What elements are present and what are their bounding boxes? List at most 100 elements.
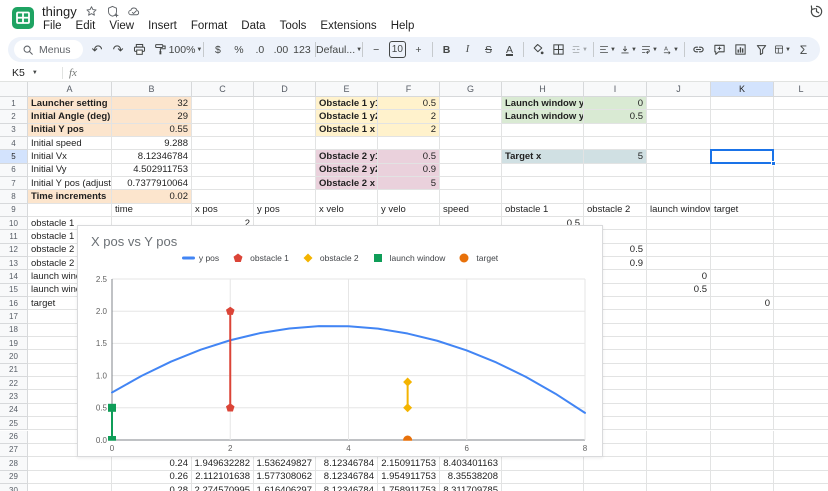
cell-I2[interactable]: 0.5 bbox=[584, 110, 647, 123]
cell-J26[interactable] bbox=[647, 431, 711, 444]
cell-D30[interactable]: 1.616406297 bbox=[254, 484, 316, 491]
cell-I30[interactable] bbox=[584, 484, 647, 491]
cell-G29[interactable]: 8.35538208 bbox=[440, 471, 502, 484]
cell-B9[interactable]: time bbox=[112, 204, 192, 217]
cell-G9[interactable]: speed bbox=[440, 204, 502, 217]
cell-B2[interactable]: 29 bbox=[112, 110, 192, 123]
cell-A29[interactable] bbox=[28, 471, 112, 484]
font-select[interactable]: Defaul...▼ bbox=[319, 39, 358, 60]
col-header-C[interactable]: C bbox=[192, 82, 254, 97]
cell-L17[interactable] bbox=[774, 310, 828, 323]
cell-E5[interactable]: Obstacle 2 y1 bbox=[316, 150, 378, 163]
cell-K26[interactable] bbox=[711, 431, 774, 444]
create-filter-button[interactable] bbox=[751, 39, 772, 60]
cell-I7[interactable] bbox=[584, 177, 647, 190]
cell-K11[interactable] bbox=[711, 230, 774, 243]
cell-C28[interactable]: 1.949632282 bbox=[192, 457, 254, 470]
cell-J27[interactable] bbox=[647, 444, 711, 457]
cell-D8[interactable] bbox=[254, 190, 316, 203]
cell-H6[interactable] bbox=[502, 164, 584, 177]
cell-I8[interactable] bbox=[584, 190, 647, 203]
cell-F7[interactable]: 5 bbox=[378, 177, 440, 190]
merge-cells-button[interactable]: ▼ bbox=[569, 39, 590, 60]
name-box[interactable]: K5 ▼ bbox=[0, 67, 56, 79]
row-header-29[interactable]: 29 bbox=[0, 471, 28, 484]
row-header-7[interactable]: 7 bbox=[0, 177, 28, 190]
cell-L23[interactable] bbox=[774, 390, 828, 403]
row-header-17[interactable]: 17 bbox=[0, 310, 28, 323]
cell-G4[interactable] bbox=[440, 137, 502, 150]
cell-A7[interactable]: Initial Y pos (adjusted) bbox=[28, 177, 112, 190]
col-header-D[interactable]: D bbox=[254, 82, 316, 97]
row-header-18[interactable]: 18 bbox=[0, 324, 28, 337]
menu-view[interactable]: View bbox=[102, 18, 141, 34]
col-header-B[interactable]: B bbox=[112, 82, 192, 97]
cell-G3[interactable] bbox=[440, 124, 502, 137]
cell-E6[interactable]: Obstacle 2 y2 bbox=[316, 164, 378, 177]
bold-button[interactable]: B bbox=[436, 39, 457, 60]
format-percent-button[interactable]: % bbox=[228, 39, 249, 60]
col-header-I[interactable]: I bbox=[584, 82, 647, 97]
cell-J17[interactable] bbox=[647, 310, 711, 323]
document-title[interactable]: thingy bbox=[42, 4, 77, 19]
cell-H3[interactable] bbox=[502, 124, 584, 137]
cell-D9[interactable]: y pos bbox=[254, 204, 316, 217]
cell-A30[interactable] bbox=[28, 484, 112, 491]
cell-H9[interactable]: obstacle 1 bbox=[502, 204, 584, 217]
menu-insert[interactable]: Insert bbox=[141, 18, 184, 34]
row-header-11[interactable]: 11 bbox=[0, 230, 28, 243]
cell-L27[interactable] bbox=[774, 444, 828, 457]
row-header-9[interactable]: 9 bbox=[0, 204, 28, 217]
cell-B7[interactable]: 0.7377910064 bbox=[112, 177, 192, 190]
col-header-H[interactable]: H bbox=[502, 82, 584, 97]
cell-A3[interactable]: Initial Y pos bbox=[28, 124, 112, 137]
select-all-corner[interactable] bbox=[0, 82, 28, 97]
cell-K25[interactable] bbox=[711, 417, 774, 430]
insert-chart-button[interactable] bbox=[730, 39, 751, 60]
cell-J2[interactable] bbox=[647, 110, 711, 123]
cell-D5[interactable] bbox=[254, 150, 316, 163]
cell-E7[interactable]: Obstacle 2 x bbox=[316, 177, 378, 190]
cell-F8[interactable] bbox=[378, 190, 440, 203]
cell-A5[interactable]: Initial Vx bbox=[28, 150, 112, 163]
cell-I3[interactable] bbox=[584, 124, 647, 137]
cell-H7[interactable] bbox=[502, 177, 584, 190]
cell-L9[interactable] bbox=[774, 204, 828, 217]
cell-C1[interactable] bbox=[192, 97, 254, 110]
print-button[interactable] bbox=[129, 39, 150, 60]
sheets-logo-icon[interactable] bbox=[11, 6, 35, 35]
cell-G5[interactable] bbox=[440, 150, 502, 163]
cell-C8[interactable] bbox=[192, 190, 254, 203]
cell-E4[interactable] bbox=[316, 137, 378, 150]
cell-C9[interactable]: x pos bbox=[192, 204, 254, 217]
cell-B28[interactable]: 0.24 bbox=[112, 457, 192, 470]
fill-handle[interactable] bbox=[771, 161, 776, 166]
cell-J7[interactable] bbox=[647, 177, 711, 190]
cell-I6[interactable] bbox=[584, 164, 647, 177]
cell-B1[interactable]: 32 bbox=[112, 97, 192, 110]
cell-E28[interactable]: 8.12346784 bbox=[316, 457, 378, 470]
cell-F1[interactable]: 0.5 bbox=[378, 97, 440, 110]
cell-J28[interactable] bbox=[647, 457, 711, 470]
active-cell-outline[interactable] bbox=[710, 149, 774, 163]
row-header-1[interactable]: 1 bbox=[0, 97, 28, 110]
cell-J9[interactable]: launch window bbox=[647, 204, 711, 217]
cell-E29[interactable]: 8.12346784 bbox=[316, 471, 378, 484]
horizontal-align-button[interactable]: ▼ bbox=[597, 39, 618, 60]
cell-D3[interactable] bbox=[254, 124, 316, 137]
cell-G6[interactable] bbox=[440, 164, 502, 177]
cell-A9[interactable] bbox=[28, 204, 112, 217]
cell-D2[interactable] bbox=[254, 110, 316, 123]
cell-H1[interactable]: Launch window y1 bbox=[502, 97, 584, 110]
cell-J13[interactable] bbox=[647, 257, 711, 270]
cell-L21[interactable] bbox=[774, 364, 828, 377]
strikethrough-button[interactable]: S bbox=[478, 39, 499, 60]
cell-J30[interactable] bbox=[647, 484, 711, 491]
cell-G7[interactable] bbox=[440, 177, 502, 190]
row-header-23[interactable]: 23 bbox=[0, 390, 28, 403]
cell-K1[interactable] bbox=[711, 97, 774, 110]
cell-J10[interactable] bbox=[647, 217, 711, 230]
search-menus-button[interactable]: Menus bbox=[14, 40, 83, 59]
cell-I29[interactable] bbox=[584, 471, 647, 484]
cell-L10[interactable] bbox=[774, 217, 828, 230]
